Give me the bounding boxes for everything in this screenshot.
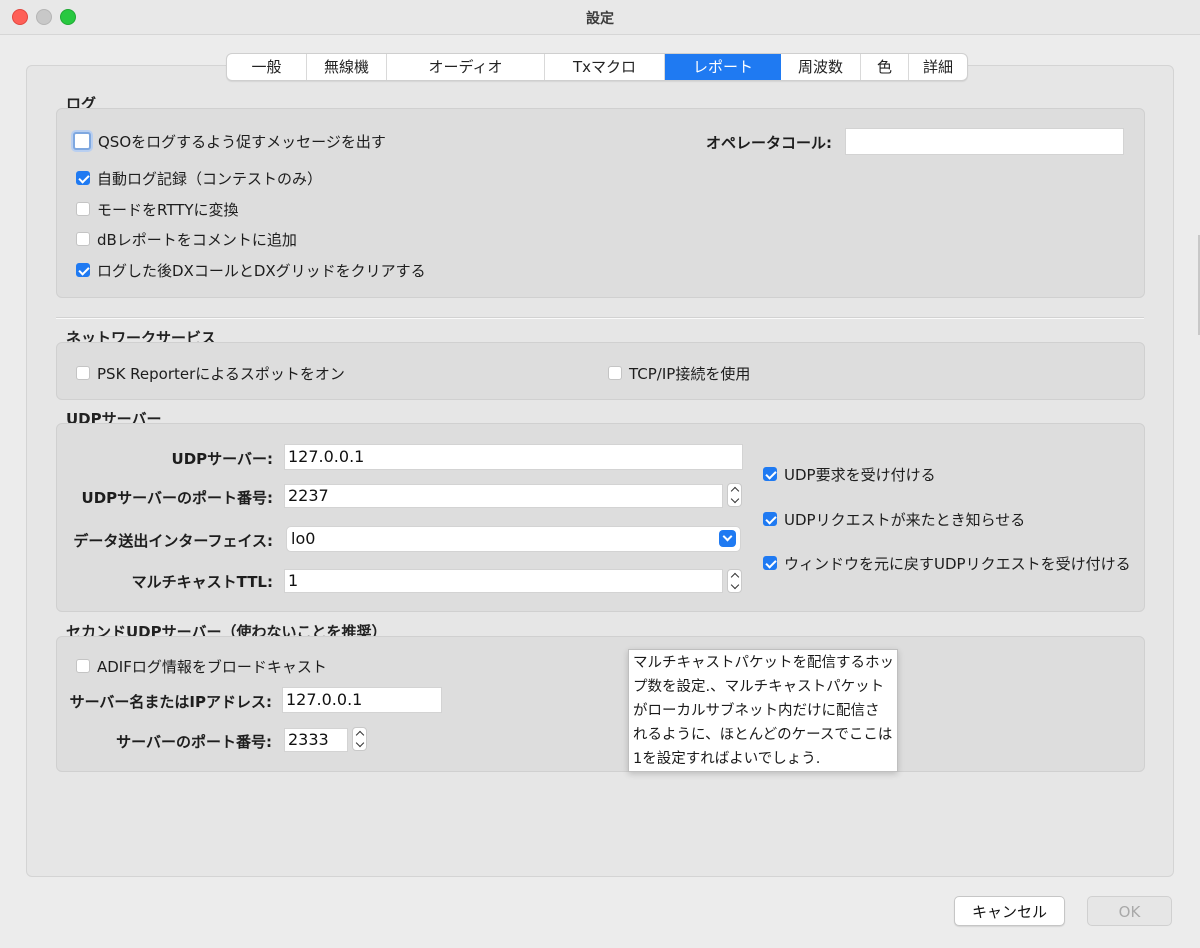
operator-call-input[interactable] xyxy=(845,128,1124,155)
restore-window-checkbox[interactable] xyxy=(763,556,777,570)
chevron-down-icon xyxy=(730,494,739,504)
chevron-down-icon xyxy=(355,738,364,748)
convert-rtty-option[interactable]: モードをRTTYに変換 xyxy=(76,198,239,220)
restore-window-label: ウィンドウを元に戻すUDPリクエストを受け付ける xyxy=(784,554,1131,573)
multicast-ttl-stepper[interactable] xyxy=(727,569,742,593)
db-report-option[interactable]: dBレポートをコメントに追加 xyxy=(76,228,297,250)
tooltip-line: プ数を設定.、マルチキャストパケット xyxy=(633,679,885,695)
tab-tx-macros[interactable]: Txマクロ xyxy=(545,54,665,80)
multicast-ttl-input[interactable]: 1 xyxy=(284,569,723,593)
auto-log-label: 自動ログ記録（コンテストのみ） xyxy=(97,169,323,188)
tab-advanced[interactable]: 詳細 xyxy=(909,54,967,80)
tcp-ip-option[interactable]: TCP/IP接続を使用 xyxy=(608,362,750,384)
clear-dx-checkbox[interactable] xyxy=(76,263,90,277)
tab-bar: 一般 無線機 オーディオ Txマクロ レポート 周波数 色 詳細 xyxy=(226,53,968,81)
cancel-button[interactable]: キャンセル xyxy=(954,896,1065,926)
udp-port-stepper[interactable] xyxy=(727,483,742,507)
auto-log-option[interactable]: 自動ログ記録（コンテストのみ） xyxy=(76,167,322,189)
clear-dx-label: ログした後DXコールとDXグリッドをクリアする xyxy=(97,261,426,280)
psk-reporter-checkbox[interactable] xyxy=(76,366,90,380)
second-port-input[interactable]: 2333 xyxy=(284,728,348,752)
dropdown-chevron-icon xyxy=(719,530,736,547)
prompt-qso-checkbox[interactable] xyxy=(73,132,91,150)
tab-radio[interactable]: 無線機 xyxy=(307,54,387,80)
tab-audio[interactable]: オーディオ xyxy=(387,54,545,80)
psk-reporter-label: PSK Reporterによるスポットをオン xyxy=(97,364,345,383)
second-port-stepper[interactable] xyxy=(352,727,367,751)
adif-broadcast-option[interactable]: ADIFログ情報をブロードキャスト xyxy=(76,655,327,677)
prompt-qso-label: QSOをログするよう促すメッセージを出す xyxy=(98,132,386,151)
multicast-ttl-label: マルチキャストTTL: xyxy=(131,573,273,591)
db-report-label: dBレポートをコメントに追加 xyxy=(97,230,297,249)
convert-rtty-label: モードをRTTYに変換 xyxy=(97,200,239,219)
notify-udp-option[interactable]: UDPリクエストが来たとき知らせる xyxy=(763,508,1025,530)
tooltip-line: れるように、ほとんどのケースでここは xyxy=(633,727,893,743)
section-divider xyxy=(56,317,1144,319)
tab-frequencies[interactable]: 周波数 xyxy=(781,54,861,80)
data-interface-value: lo0 xyxy=(291,529,316,548)
adif-broadcast-checkbox[interactable] xyxy=(76,659,90,673)
auto-log-checkbox[interactable] xyxy=(76,171,90,185)
data-interface-label: データ送出インターフェイス: xyxy=(73,532,273,550)
clear-dx-option[interactable]: ログした後DXコールとDXグリッドをクリアする xyxy=(76,259,426,281)
prompt-qso-option[interactable]: QSOをログするよう促すメッセージを出す xyxy=(73,130,386,152)
tooltip-line: 1を設定すればよいでしょう. xyxy=(633,751,821,767)
udp-server-input[interactable]: 127.0.0.1 xyxy=(284,444,743,470)
multicast-ttl-tooltip: マルチキャストパケットを配信するホッ プ数を設定.、マルチキャストパケット がロ… xyxy=(628,649,898,772)
notify-udp-checkbox[interactable] xyxy=(763,512,777,526)
chevron-down-icon xyxy=(730,580,739,590)
adif-broadcast-label: ADIFログ情報をブロードキャスト xyxy=(97,657,327,676)
psk-reporter-option[interactable]: PSK Reporterによるスポットをオン xyxy=(76,362,345,384)
window-title: 設定 xyxy=(586,11,614,27)
title-bar: 設定 xyxy=(0,0,1200,35)
tab-general[interactable]: 一般 xyxy=(227,54,307,80)
udp-port-input[interactable]: 2237 xyxy=(284,484,723,508)
tooltip-line: マルチキャストパケットを配信するホッ xyxy=(633,655,894,671)
udp-port-label: UDPサーバーのポート番号: xyxy=(81,489,273,507)
second-port-label: サーバーのポート番号: xyxy=(116,733,272,751)
udp-server-label: UDPサーバー: xyxy=(171,450,273,468)
convert-rtty-checkbox[interactable] xyxy=(76,202,90,216)
db-report-checkbox[interactable] xyxy=(76,232,90,246)
accept-udp-checkbox[interactable] xyxy=(763,467,777,481)
accept-udp-option[interactable]: UDP要求を受け付ける xyxy=(763,463,936,485)
operator-call-label: オペレータコール: xyxy=(706,134,832,152)
second-server-label: サーバー名またはIPアドレス: xyxy=(69,693,272,711)
tcp-ip-checkbox[interactable] xyxy=(608,366,622,380)
restore-window-option[interactable]: ウィンドウを元に戻すUDPリクエストを受け付ける xyxy=(763,552,1131,574)
tab-colors[interactable]: 色 xyxy=(861,54,909,80)
ok-button[interactable]: OK xyxy=(1087,896,1172,926)
notify-udp-label: UDPリクエストが来たとき知らせる xyxy=(784,510,1026,529)
data-interface-select[interactable]: lo0 xyxy=(286,526,741,552)
tcp-ip-label: TCP/IP接続を使用 xyxy=(629,364,751,383)
tooltip-line: がローカルサブネット内だけに配信さ xyxy=(633,703,880,719)
accept-udp-label: UDP要求を受け付ける xyxy=(784,465,936,484)
tab-reporting[interactable]: レポート xyxy=(665,54,781,80)
second-server-input[interactable]: 127.0.0.1 xyxy=(282,687,442,713)
